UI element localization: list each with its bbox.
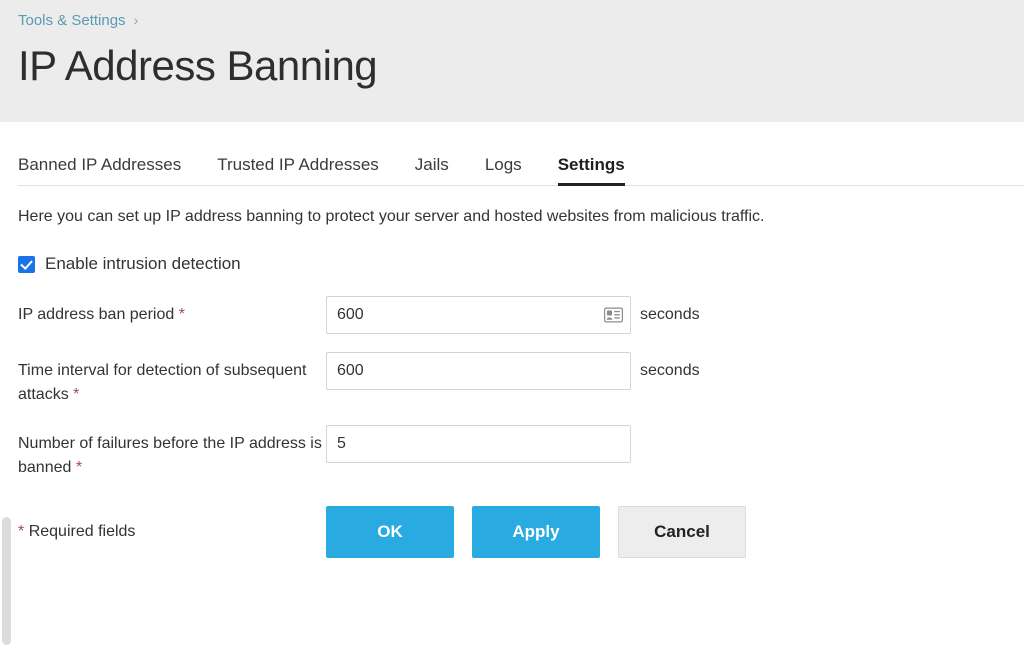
tab-label: Jails [414,155,449,174]
breadcrumb-link-tools-settings[interactable]: Tools & Settings [18,11,126,31]
tab-label: Trusted IP Addresses [217,155,379,174]
tab-bar: Banned IP Addresses Trusted IP Addresses… [18,122,1024,186]
tab-settings[interactable]: Settings [557,155,625,186]
tab-jails[interactable]: Jails [415,155,449,185]
content-area: Banned IP Addresses Trusted IP Addresses… [0,122,1024,653]
unit-label-ban-period: seconds [640,306,700,323]
ok-button[interactable]: OK [326,506,454,558]
required-fields-note: * Required fields [18,523,326,541]
required-asterisk: * [75,459,83,476]
label-detection-interval: Time interval for detection of subsequen… [18,352,326,407]
cancel-button[interactable]: Cancel [618,506,746,558]
chevron-right-icon: › [133,12,139,28]
tab-label: Settings [557,155,625,174]
tab-label: Logs [484,155,522,174]
contact-card-autofill-icon[interactable] [604,307,623,323]
required-fields-text: Required fields [28,523,136,540]
vertical-scrollbar-thumb[interactable] [2,517,11,645]
field-wrap-ban-period: seconds [326,296,700,334]
field-wrap-failure-count [326,425,631,463]
field-wrap-detection-interval: seconds [326,352,700,390]
page-header: Tools & Settings › IP Address Banning [0,0,1024,122]
page-title: IP Address Banning [18,42,378,89]
enable-intrusion-detection-label: Enable intrusion detection [45,254,241,273]
tab-banned-ip-addresses[interactable]: Banned IP Addresses [18,155,181,185]
form-row-detection-interval: Time interval for detection of subsequen… [18,352,1024,407]
required-asterisk: * [18,523,25,540]
label-failure-count: Number of failures before the IP address… [18,425,326,480]
input-failure-count[interactable] [326,425,631,463]
required-asterisk: * [178,306,185,323]
label-text: IP address ban period [18,306,175,323]
label-ban-period: IP address ban period * [18,296,326,327]
unit-label-detection-interval: seconds [640,362,700,379]
settings-form: IP address ban period * seconds [18,296,1024,558]
tab-trusted-ip-addresses[interactable]: Trusted IP Addresses [217,155,379,185]
enable-intrusion-detection-row[interactable]: Enable intrusion detection [18,254,1024,274]
action-bar: * Required fields OK Apply Cancel [18,506,1024,558]
apply-button[interactable]: Apply [472,506,600,558]
input-detection-interval[interactable] [326,352,631,390]
label-text: Time interval for detection of subsequen… [18,362,307,403]
enable-intrusion-detection-checkbox[interactable] [18,255,35,273]
input-group-ban-period [326,296,631,334]
tab-logs[interactable]: Logs [485,155,522,185]
label-text: Number of failures before the IP address… [18,435,322,476]
required-asterisk: * [73,386,80,403]
form-row-failure-count: Number of failures before the IP address… [18,425,1024,480]
page-description: Here you can set up IP address banning t… [18,208,765,225]
form-row-ban-period: IP address ban period * seconds [18,296,1024,334]
input-ban-period[interactable] [326,296,631,334]
breadcrumb: Tools & Settings › [18,10,1024,32]
tab-label: Banned IP Addresses [18,155,182,174]
